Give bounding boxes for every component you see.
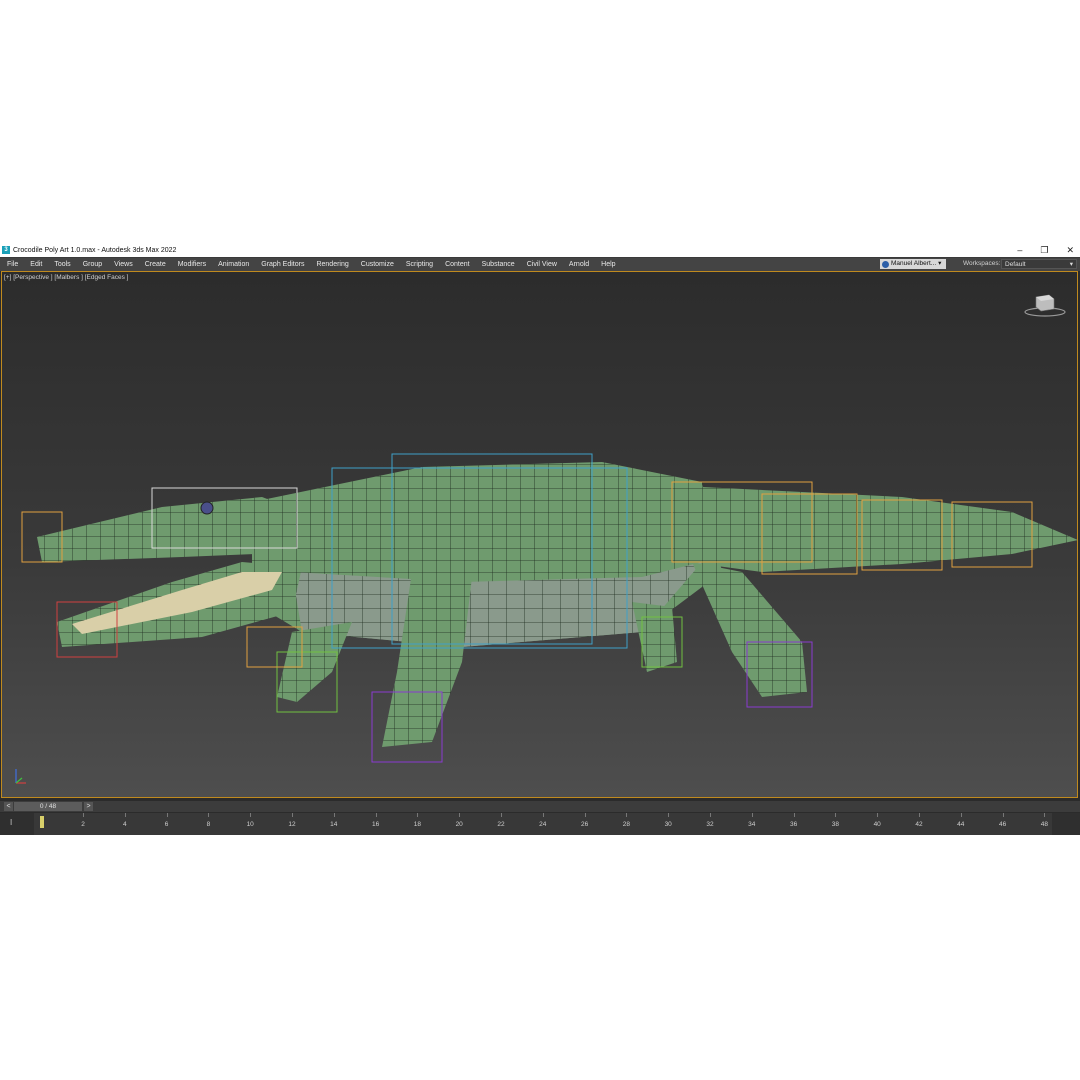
next-frame-button[interactable]: > — [84, 802, 93, 811]
ruler-tick — [960, 813, 962, 817]
user-name: Manuel Albert... — [891, 260, 937, 267]
ruler-tick — [501, 813, 502, 817]
menu-substance[interactable]: Substance — [476, 259, 521, 271]
restore-icon[interactable]: ❐ — [1040, 243, 1048, 257]
ruler-tick-label: 28 — [622, 821, 631, 828]
window-title: Crocodile Poly Art 1.0.max - Autodesk 3d… — [13, 246, 177, 254]
ruler-tick — [208, 813, 210, 817]
ruler-tick-label: 16 — [371, 821, 380, 828]
perspective-viewport[interactable]: [+] [Perspective ] [Malbers ] [Edged Fac… — [1, 271, 1078, 798]
ruler-tick-label: 2 — [81, 821, 85, 828]
menu-tools[interactable]: Tools — [48, 259, 76, 271]
crocodile-model[interactable] — [2, 272, 1078, 798]
window-controls: – ❐ ✕ — [1017, 243, 1074, 257]
ruler-tick — [83, 813, 84, 817]
user-icon — [882, 260, 889, 268]
menu-rendering[interactable]: Rendering — [310, 259, 354, 271]
ruler-tick-label: 26 — [580, 821, 589, 828]
ruler-tick-label: 12 — [288, 821, 296, 828]
ruler-tick — [417, 813, 419, 817]
ruler-tick — [459, 813, 461, 817]
ruler-tick-label: 40 — [873, 821, 881, 828]
menu-help[interactable]: Help — [595, 259, 621, 271]
ruler-tick — [1044, 813, 1046, 817]
ruler-tick-label: 30 — [664, 821, 672, 828]
ruler-tick-label: 44 — [957, 821, 965, 828]
ruler-tick — [835, 813, 837, 817]
workspace-select[interactable]: Default ▾ — [1001, 259, 1077, 269]
ruler-tick — [919, 813, 920, 817]
ruler-tick — [542, 813, 544, 817]
ruler-tick — [375, 813, 377, 817]
frame-ruler[interactable]: 2 4 6 8 10 12 14 16 18 20 22 24 26 28 30 32 34 36 38 40 42 44… — [34, 813, 1052, 835]
ruler-tick-label: 34 — [748, 821, 756, 828]
ruler-tick-label: 42 — [915, 821, 923, 828]
ruler-tick-label: 36 — [789, 821, 798, 828]
workspace-value: Default — [1005, 261, 1026, 268]
ruler-tick — [877, 813, 879, 817]
ruler-tick-label: 8 — [206, 821, 211, 828]
minimize-icon[interactable]: – — [1017, 243, 1022, 257]
ruler-tick — [584, 813, 586, 817]
user-account-button[interactable]: Manuel Albert... ▾ — [880, 259, 946, 269]
ruler-tick — [124, 813, 126, 817]
ruler-tick — [626, 813, 628, 817]
ruler-tick-label: 38 — [831, 821, 840, 828]
ruler-tick — [710, 813, 711, 817]
menu-modifiers[interactable]: Modifiers — [172, 259, 212, 271]
ruler-tick-label: 32 — [706, 821, 714, 828]
ruler-tick-label: 14 — [330, 821, 338, 828]
track-bar-icon[interactable]: I — [10, 818, 12, 827]
menu-civil-view[interactable]: Civil View — [521, 259, 563, 271]
title-bar: 3 Crocodile Poly Art 1.0.max - Autodesk … — [0, 243, 1080, 257]
ruler-tick-label: 24 — [539, 821, 547, 828]
ruler-tick-label: 6 — [164, 821, 169, 828]
app-window: 3 Crocodile Poly Art 1.0.max - Autodesk … — [0, 243, 1080, 835]
menu-bar: File Edit Tools Group Views Create Modif… — [0, 257, 1080, 271]
ruler-tick-label: 4 — [122, 821, 127, 828]
time-slider[interactable]: < 0 / 48 > — [0, 801, 1080, 812]
ruler-tick — [751, 813, 753, 817]
ruler-tick-label: 18 — [413, 821, 422, 828]
menu-edit[interactable]: Edit — [24, 259, 48, 271]
menu-animation[interactable]: Animation — [212, 259, 255, 271]
menu-graph-editors[interactable]: Graph Editors — [255, 259, 310, 271]
3dsmax-app-icon: 3 — [2, 246, 10, 254]
ruler-tick — [1002, 813, 1004, 817]
close-icon[interactable]: ✕ — [1066, 243, 1074, 257]
menu-content[interactable]: Content — [439, 259, 476, 271]
menu-group[interactable]: Group — [77, 259, 108, 271]
ruler-tick-label: 22 — [497, 821, 505, 828]
ruler-tick-label: 20 — [455, 821, 463, 828]
ruler-tick — [668, 813, 670, 817]
menu-customize[interactable]: Customize — [355, 259, 400, 271]
menu-file[interactable]: File — [0, 259, 24, 271]
ruler-tick — [166, 813, 168, 817]
menu-views[interactable]: Views — [108, 259, 139, 271]
menu-create[interactable]: Create — [139, 259, 172, 271]
chevron-down-icon: ▾ — [1069, 261, 1073, 268]
prev-frame-button[interactable]: < — [4, 802, 13, 811]
ruler-tick — [292, 813, 293, 817]
workspaces-label: Workspaces: — [963, 260, 1001, 267]
chevron-down-icon: ▾ — [938, 260, 942, 267]
track-bar[interactable]: I 2 4 6 8 10 12 14 16 18 20 22 24 26 28 30 32 34 36 38 40 42… — [0, 813, 1080, 835]
time-slider-thumb[interactable]: 0 / 48 — [14, 802, 82, 811]
ruler-tick — [333, 813, 335, 817]
ruler-tick-label: 48 — [1040, 821, 1049, 828]
axis-tripod-icon — [15, 769, 26, 784]
ruler-tick — [250, 813, 252, 817]
keyframe-marker[interactable] — [40, 816, 44, 828]
menu-arnold[interactable]: Arnold — [563, 259, 595, 271]
menu-scripting[interactable]: Scripting — [400, 259, 439, 271]
ruler-tick — [793, 813, 795, 817]
ruler-tick-label: 46 — [998, 821, 1007, 828]
ruler-tick-label: 10 — [246, 821, 254, 828]
